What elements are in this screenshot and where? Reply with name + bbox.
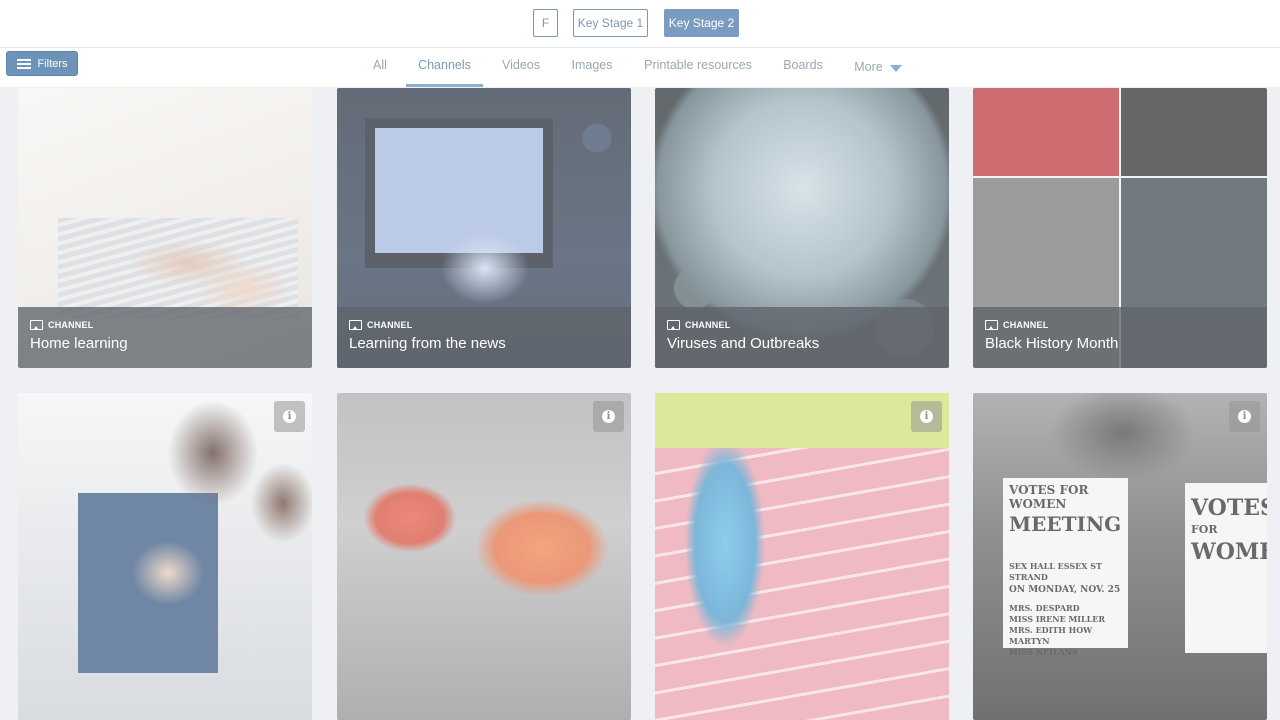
card-type-label: CHANNEL — [1003, 320, 1049, 330]
info-button[interactable]: i — [274, 401, 305, 432]
image-card-runner[interactable]: i — [655, 393, 949, 720]
image-card-family-watching[interactable]: i — [18, 393, 312, 720]
tab-more-label: More — [854, 60, 883, 74]
key-stage-f-button[interactable]: F — [533, 9, 558, 37]
card-type-label: CHANNEL — [48, 320, 94, 330]
card-title: Home learning — [30, 335, 128, 352]
chevron-down-icon — [889, 64, 902, 72]
image-icon — [985, 320, 998, 330]
image-card-votes-for-women[interactable]: VOTES FOR WOMEN MEETING SEX HALL ESSEX S… — [973, 393, 1267, 720]
key-stage-bar: F Key Stage 1 Key Stage 2 — [0, 0, 1280, 48]
card-caption: CHANNEL Learning from the news — [337, 307, 631, 368]
tab-all[interactable]: All — [368, 48, 392, 87]
channel-card-viruses-and-outbreaks[interactable]: CHANNEL Viruses and Outbreaks — [655, 88, 949, 368]
card-caption: CHANNEL Home learning — [18, 307, 312, 368]
tab-boards[interactable]: Boards — [778, 48, 828, 87]
info-icon: i — [920, 410, 933, 423]
tab-printable-resources[interactable]: Printable resources — [638, 48, 758, 87]
tab-videos[interactable]: Videos — [497, 48, 545, 87]
card-type-label: CHANNEL — [367, 320, 413, 330]
card-title: Viruses and Outbreaks — [667, 335, 820, 352]
card-title: Learning from the news — [349, 335, 506, 352]
card-title: Black History Month — [985, 335, 1119, 352]
card-caption: CHANNEL Black History Month — [973, 307, 1267, 368]
info-button[interactable]: i — [593, 401, 624, 432]
info-icon: i — [1238, 410, 1251, 423]
card-caption: CHANNEL Viruses and Outbreaks — [655, 307, 949, 368]
tab-channels[interactable]: Channels — [406, 48, 483, 87]
filters-button[interactable]: Filters — [6, 51, 78, 76]
card-type-label: CHANNEL — [685, 320, 731, 330]
tab-more[interactable]: More — [849, 48, 907, 87]
channel-card-black-history-month[interactable]: CHANNEL Black History Month — [973, 88, 1267, 368]
hamburger-icon — [16, 58, 31, 69]
image-card-poppies[interactable]: i — [337, 393, 631, 720]
content-tabs-bar: Filters All Channels Videos Images Print… — [0, 48, 1280, 87]
channel-card-learning-from-the-news[interactable]: CHANNEL Learning from the news — [337, 88, 631, 368]
image-icon — [667, 320, 680, 330]
channel-card-home-learning[interactable]: CHANNEL Home learning — [18, 88, 312, 368]
info-icon: i — [602, 410, 615, 423]
image-icon — [30, 320, 43, 330]
image-icon — [349, 320, 362, 330]
info-icon: i — [283, 410, 296, 423]
info-button[interactable]: i — [911, 401, 942, 432]
info-button[interactable]: i — [1229, 401, 1260, 432]
key-stage-2-button[interactable]: Key Stage 2 — [664, 9, 739, 37]
filters-label: Filters — [37, 57, 68, 70]
key-stage-1-button[interactable]: Key Stage 1 — [573, 9, 648, 37]
tab-images[interactable]: Images — [566, 48, 618, 87]
